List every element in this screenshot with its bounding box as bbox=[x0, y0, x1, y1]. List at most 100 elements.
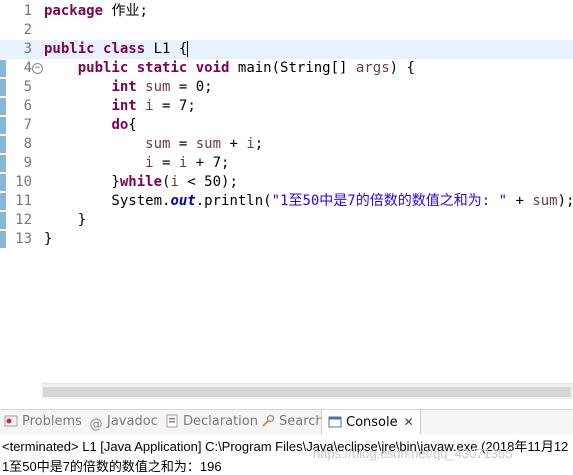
code-line[interactable]: 8 sum = sum + i; bbox=[0, 135, 573, 154]
text-caret bbox=[187, 41, 189, 57]
code-text: package 作业; bbox=[44, 2, 148, 21]
code-token: + bbox=[221, 136, 247, 152]
code-token: out bbox=[170, 193, 196, 209]
tab-declaration-label: Declaration bbox=[183, 414, 258, 429]
code-token: sum bbox=[195, 136, 222, 152]
tab-problems-label: Problems bbox=[22, 414, 82, 429]
tab-search-label: Search bbox=[279, 414, 324, 429]
fold-collapse-icon[interactable]: − bbox=[32, 63, 43, 74]
code-text: } bbox=[44, 230, 52, 249]
code-token: static bbox=[136, 60, 188, 76]
code-line[interactable]: 3 public class L1 { bbox=[0, 40, 573, 59]
code-token: } bbox=[44, 174, 120, 190]
code-token: .println( bbox=[195, 193, 272, 209]
code-line[interactable]: 7 do{ bbox=[0, 116, 573, 135]
line-number: 5 bbox=[23, 79, 32, 95]
code-token: = bbox=[170, 136, 196, 152]
code-token: = 7; bbox=[153, 98, 196, 114]
line-number: 4 bbox=[23, 60, 32, 76]
code-token: while bbox=[119, 174, 163, 190]
code-token: System. bbox=[44, 193, 171, 209]
code-token: ; bbox=[254, 136, 264, 152]
line-number: 8 bbox=[23, 136, 32, 152]
line-number: 6 bbox=[23, 98, 32, 114]
code-token: void bbox=[195, 60, 230, 76]
code-token: ) { bbox=[389, 60, 415, 76]
view-tab-bar: Problems @ Javadoc Declaration Search Con… bbox=[0, 409, 573, 435]
code-line[interactable]: 9 i = i + 7; bbox=[0, 154, 573, 173]
tab-search[interactable]: Search bbox=[261, 410, 324, 434]
line-number: 13 bbox=[15, 231, 32, 247]
code-text: System.out.println("1至50中是7的倍数的数值之和为: " … bbox=[44, 192, 573, 211]
code-token: < 50); bbox=[178, 174, 238, 190]
code-line[interactable]: 11 System.out.println("1至50中是7的倍数的数值之和为:… bbox=[0, 192, 573, 211]
tab-declaration[interactable]: Declaration bbox=[165, 410, 258, 434]
line-number: 11 bbox=[15, 193, 32, 209]
code-token: = 0; bbox=[170, 79, 213, 95]
line-number: 2 bbox=[23, 22, 32, 38]
code-token: + 7; bbox=[187, 155, 230, 171]
code-token: i bbox=[145, 155, 154, 171]
code-token: public bbox=[77, 60, 129, 76]
declaration-icon bbox=[166, 414, 178, 428]
code-token: i bbox=[170, 174, 179, 190]
code-line[interactable]: 12 } bbox=[0, 211, 573, 230]
line-number: 10 bbox=[15, 174, 32, 190]
tab-problems[interactable]: Problems bbox=[4, 410, 82, 434]
code-token: sum bbox=[532, 193, 558, 209]
search-icon bbox=[262, 414, 275, 427]
tab-console[interactable]: Console ✕ bbox=[321, 410, 421, 434]
horizontal-scrollbar[interactable] bbox=[42, 383, 573, 399]
code-token: do bbox=[111, 117, 129, 133]
scrollbar-thumb[interactable] bbox=[43, 387, 571, 397]
code-token: main(String[] bbox=[229, 60, 356, 76]
code-line[interactable]: 6 int i = 7; bbox=[0, 97, 573, 116]
code-line[interactable]: 4− public static void main(String[] args… bbox=[0, 59, 573, 78]
watermark: https://blog.csdn.net/qq_43071355 bbox=[313, 446, 513, 461]
tab-javadoc-label: Javadoc bbox=[107, 414, 158, 429]
at-icon: @ bbox=[89, 417, 103, 432]
line-number: 1 bbox=[23, 3, 32, 19]
code-token: i bbox=[145, 98, 154, 114]
code-token: { bbox=[128, 117, 137, 133]
code-token: args bbox=[355, 60, 390, 76]
console-icon bbox=[328, 416, 342, 428]
line-number: 3 bbox=[23, 41, 32, 57]
code-token: + bbox=[507, 193, 533, 209]
code-editor[interactable]: 1 package 作业; 2 3 public class L1 {4− public… bbox=[0, 0, 573, 399]
code-text: i = i + 7; bbox=[44, 154, 229, 173]
code-line[interactable]: 10 }while(i < 50); bbox=[0, 173, 573, 192]
code-token: } bbox=[44, 231, 53, 247]
code-token: sum bbox=[145, 79, 171, 95]
code-line[interactable]: 5 int sum = 0; bbox=[0, 78, 573, 97]
code-token: } bbox=[44, 212, 87, 228]
code-line[interactable]: 13} bbox=[0, 230, 573, 249]
code-text: do{ bbox=[44, 116, 137, 135]
code-text: public class L1 { bbox=[44, 40, 189, 59]
close-icon[interactable]: ✕ bbox=[404, 415, 414, 429]
tab-console-label: Console bbox=[346, 415, 398, 430]
code-text: int sum = 0; bbox=[44, 78, 213, 97]
code-line[interactable]: 2 bbox=[0, 21, 573, 40]
tab-javadoc[interactable]: @ Javadoc bbox=[89, 410, 158, 434]
problems-icon bbox=[4, 415, 18, 427]
code-token: ); bbox=[557, 193, 573, 209]
code-text: sum = sum + i; bbox=[44, 135, 263, 154]
code-line[interactable]: 1 package 作业; bbox=[0, 2, 573, 21]
code-token: package bbox=[44, 3, 104, 19]
code-token: 作业; bbox=[103, 3, 148, 19]
code-token: class bbox=[103, 41, 146, 57]
code-token: i bbox=[246, 136, 255, 152]
code-text: } bbox=[44, 211, 86, 230]
